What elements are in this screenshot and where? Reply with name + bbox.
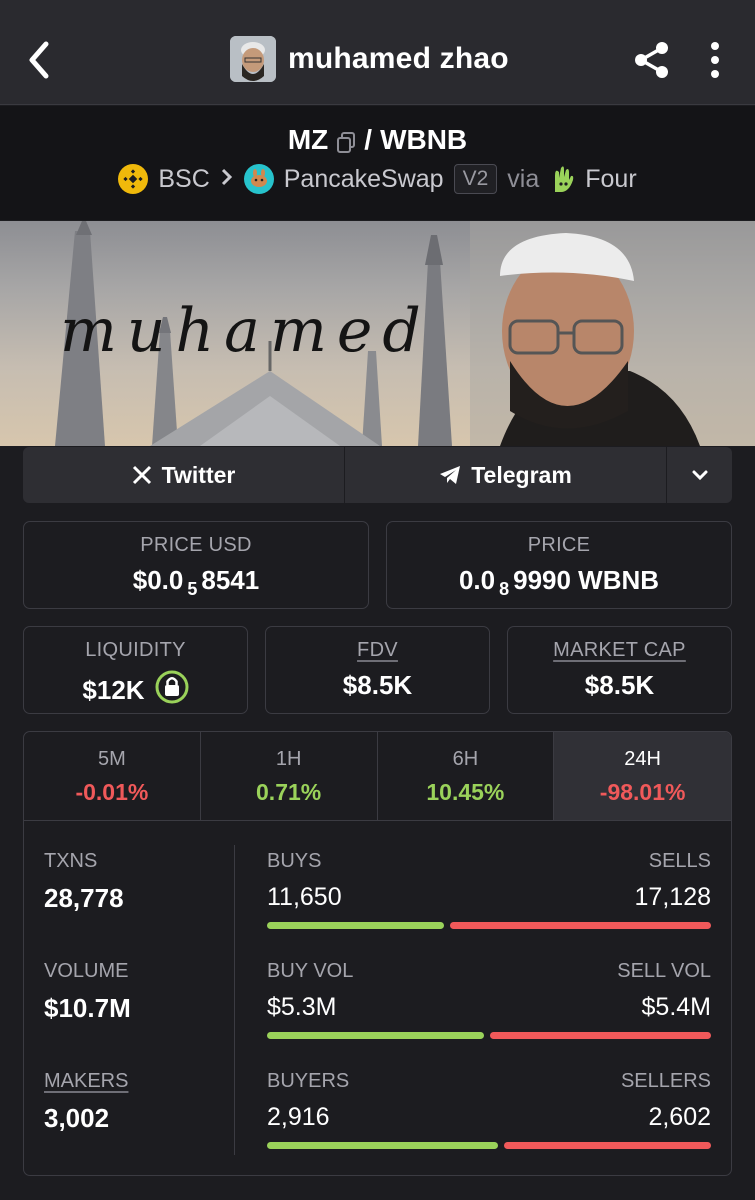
buy-bar-segment	[267, 1142, 499, 1149]
volume-block: VOLUME $10.7M	[44, 960, 234, 1070]
buyers-sellers-bar	[267, 1142, 711, 1149]
sellers-label: SELLERS	[620, 1070, 711, 1092]
buyers-sellers-row: BUYERS SELLERS 2,916 2,602	[267, 1070, 711, 1175]
fdv-value: $8.5K	[342, 670, 413, 700]
sell-bar-segment	[504, 1142, 711, 1149]
price-native-card: PRICE 0.0 8 9990 WBNB	[386, 521, 732, 609]
liquidity-label: LIQUIDITY	[85, 639, 186, 661]
launchpad-link[interactable]: Four	[585, 165, 636, 194]
price-usd-card: PRICE USD $0.0 5 8541	[23, 521, 369, 609]
back-arrow-icon[interactable]	[22, 38, 56, 82]
fdv-card[interactable]: FDV $8.5K	[265, 626, 490, 714]
copy-icon[interactable]	[336, 129, 356, 153]
sell-bar-segment	[450, 922, 711, 929]
volume-split-bar	[267, 1032, 711, 1039]
tab-5m[interactable]: 5M -0.01%	[24, 732, 201, 820]
buy-vol-value: $5.3M	[267, 993, 337, 1021]
sell-vol-label: SELL VOL	[617, 960, 711, 982]
quote-symbol: WBNB	[380, 124, 468, 155]
pancakeswap-icon	[243, 164, 274, 194]
sell-vol-value: $5.4M	[641, 993, 711, 1021]
twitter-button[interactable]: Twitter	[23, 447, 345, 503]
split-column: BUYS SELLS 11,650 17,128 BUY VOL SELL VOL $…	[267, 850, 711, 1175]
buyers-label: BUYERS	[267, 1070, 350, 1092]
via-label: via	[507, 164, 540, 193]
bnb-chain-icon	[118, 164, 149, 194]
sells-label: SELLS	[648, 850, 711, 872]
volume-split-row: BUY VOL SELL VOL $5.3M $5.4M	[267, 960, 711, 1070]
price-native-value: 0.0 8 9990 WBNB	[458, 565, 660, 599]
volume-label: VOLUME	[44, 960, 129, 982]
liquidity-value: $12K	[82, 675, 145, 705]
sells-value: 17,128	[634, 883, 711, 911]
buys-value: 11,650	[267, 883, 342, 911]
chevron-down-icon	[692, 470, 707, 481]
tab-change-value: -98.01%	[599, 779, 686, 805]
buys-label: BUYS	[267, 850, 322, 872]
telegram-button[interactable]: Telegram	[345, 447, 667, 503]
version-badge: V2	[453, 164, 498, 194]
market-cap-card[interactable]: MARKET CAP $8.5K	[507, 626, 732, 714]
txns-block: TXNS 28,778	[44, 850, 234, 960]
price-usd-value: $0.0 5 8541	[132, 565, 260, 599]
banner-script-text: muhamed	[60, 296, 431, 366]
pair-separator: /	[364, 124, 373, 155]
price-usd-label: PRICE USD	[140, 534, 252, 556]
buy-vol-label: BUY VOL	[267, 960, 354, 982]
trading-stats-panel: 5M -0.01% 1H 0.71% 6H 10.45% 24H -98.01%…	[23, 731, 732, 1176]
tab-change-value: -0.01%	[75, 779, 149, 805]
telegram-label: Telegram	[471, 461, 572, 488]
token-header: muhamed zhao	[230, 36, 509, 82]
buys-sells-bar	[267, 922, 711, 929]
column-divider	[234, 845, 235, 1155]
x-logo-icon	[132, 465, 151, 485]
market-cap-value: $8.5K	[584, 670, 655, 700]
chain-breadcrumb: BSC PancakeSwap V2 via Four	[0, 164, 755, 194]
chevron-right-icon	[220, 165, 234, 194]
buyers-value: 2,916	[267, 1103, 330, 1131]
tab-6h[interactable]: 6H 10.45%	[378, 732, 555, 820]
fdv-label: FDV	[357, 639, 398, 661]
sell-bar-segment	[489, 1032, 711, 1039]
social-links: Twitter Telegram	[23, 447, 732, 503]
tab-label: 24H	[624, 748, 661, 770]
tab-label: 6H	[452, 748, 479, 770]
chain-link[interactable]: BSC	[158, 165, 209, 194]
telegram-icon	[440, 466, 461, 484]
more-links-dropdown[interactable]	[667, 447, 732, 503]
tab-label: 5M	[97, 748, 126, 770]
pair-title: MZ / WBNB	[0, 124, 755, 156]
top-bar: muhamed zhao	[0, 0, 755, 105]
buy-bar-segment	[267, 1032, 484, 1039]
tab-change-value: 0.71%	[256, 779, 322, 805]
token-name: muhamed zhao	[288, 42, 509, 75]
makers-label[interactable]: MAKERS	[44, 1070, 234, 1093]
more-options-icon[interactable]	[704, 40, 726, 80]
buy-bar-segment	[267, 922, 445, 929]
totals-column: TXNS 28,778 VOLUME $10.7M MAKERS 3,002	[44, 850, 234, 1175]
twitter-label: Twitter	[161, 461, 236, 488]
liquidity-value-row: $12K	[24, 670, 247, 711]
market-cap-label: MARKET CAP	[553, 639, 686, 661]
txns-value: 28,778	[44, 883, 124, 913]
timeframe-tabs: 5M -0.01% 1H 0.71% 6H 10.45% 24H -98.01%	[24, 732, 731, 821]
base-symbol: MZ	[287, 124, 329, 155]
price-native-label: PRICE	[527, 534, 591, 556]
avatar	[230, 36, 276, 82]
dex-link[interactable]: PancakeSwap	[284, 165, 444, 194]
tab-change-value: 10.45%	[426, 779, 505, 805]
liquidity-card: LIQUIDITY $12K	[23, 626, 248, 714]
sellers-value: 2,602	[648, 1103, 711, 1131]
lock-icon[interactable]	[155, 670, 189, 711]
tab-1h[interactable]: 1H 0.71%	[201, 732, 378, 820]
makers-value: 3,002	[44, 1103, 110, 1133]
share-icon[interactable]	[632, 40, 672, 80]
tab-24h[interactable]: 24H -98.01%	[554, 732, 731, 820]
buys-sells-row: BUYS SELLS 11,650 17,128	[267, 850, 711, 960]
makers-block: MAKERS 3,002	[44, 1070, 234, 1175]
volume-value: $10.7M	[44, 993, 131, 1023]
four-meme-icon	[549, 164, 575, 194]
txns-label: TXNS	[44, 850, 98, 872]
tab-label: 1H	[275, 748, 302, 770]
